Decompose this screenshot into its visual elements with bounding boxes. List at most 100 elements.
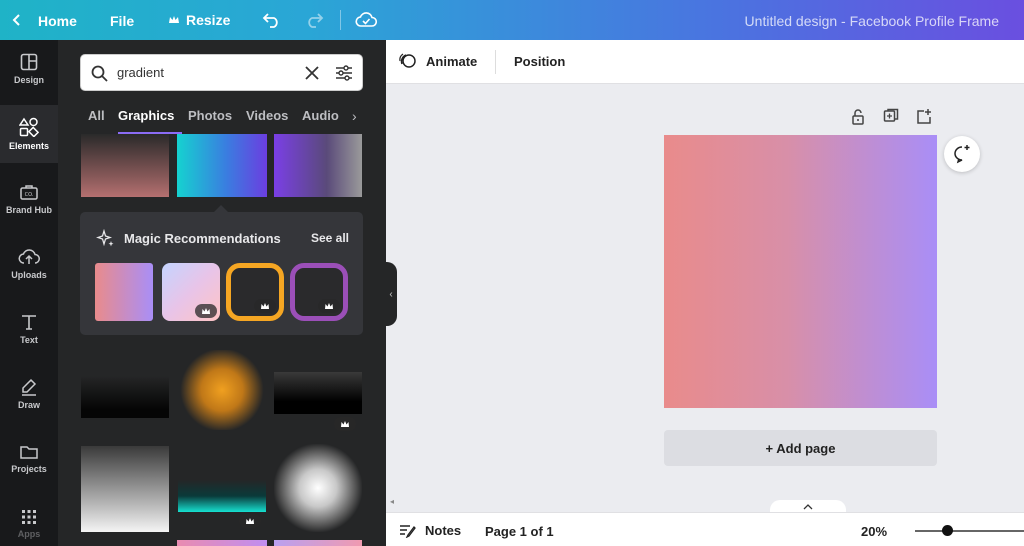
comment-add-icon [954,145,970,164]
rail-label-apps: Apps [17,529,41,539]
add-page-icon[interactable] [916,108,932,126]
recommendation-item[interactable] [95,263,153,321]
premium-badge [239,514,261,528]
back-chevron-icon[interactable] [10,0,24,40]
zoom-value[interactable]: 20% [861,524,887,539]
magic-title: Magic Recommendations [124,231,281,246]
pen-icon [22,378,37,396]
top-bar: Home File Resize Untitled design - Faceb… [0,0,1024,40]
rail-item-brand-hub[interactable]: CO. Brand Hub [0,170,58,228]
resize-button[interactable]: Resize [168,0,230,40]
search-box [80,54,363,91]
rail-label-projects: Projects [11,464,47,474]
cloud-upload-icon [18,249,40,264]
brand-icon: CO. [20,185,38,200]
animate-icon [399,53,416,68]
rail-item-draw[interactable]: Draw [0,365,58,423]
rail-item-elements[interactable]: Elements [0,105,58,163]
rail-label-brand-hub: Brand Hub [6,205,52,215]
clear-search-icon[interactable] [305,66,319,80]
design-canvas-page[interactable] [664,135,937,408]
redo-button[interactable] [304,0,324,40]
premium-badge [254,299,276,313]
text-icon [22,315,36,330]
collapse-panel-handle[interactable]: ‹ [385,262,397,326]
chevron-up-icon [803,504,813,510]
redo-icon [308,13,324,28]
scroll-left-icon[interactable]: ◂ [390,497,394,506]
left-rail: Design Elements CO. Brand Hub Uploads Te… [0,40,58,546]
tab-audio[interactable]: Audio [302,108,339,123]
add-comment-button[interactable] [944,136,980,172]
filter-icon[interactable] [335,64,353,82]
graphic-thumbnail[interactable] [177,134,267,197]
recommendation-item[interactable] [290,263,348,321]
premium-badge [334,417,356,431]
tab-videos[interactable]: Videos [246,108,288,123]
rail-item-apps[interactable]: Apps [0,495,58,546]
file-menu-button[interactable]: File [110,13,134,29]
toolbar-divider [340,10,341,30]
rail-item-design[interactable]: Design [0,40,58,98]
notes-icon [400,524,416,538]
rail-label-elements: Elements [8,141,50,151]
graphic-thumbnail[interactable] [177,540,267,546]
notes-button[interactable]: Notes [399,523,461,538]
premium-badge [318,299,340,313]
animate-label: Animate [426,53,478,69]
crown-icon [246,518,254,524]
crown-icon [202,308,210,314]
rail-item-uploads[interactable]: Uploads [0,235,58,293]
notes-label: Notes [425,523,462,538]
tabs-scroll-right-icon[interactable]: › [352,108,357,124]
search-input[interactable] [117,65,287,80]
crown-icon [341,421,349,427]
see-all-link[interactable]: See all [311,231,349,245]
animate-button[interactable]: Animate [398,52,477,70]
toolbar-divider [495,50,496,74]
crown-icon [261,303,269,309]
svg-text:CO.: CO. [25,192,34,198]
recommendation-item[interactable] [226,263,284,321]
design-title[interactable]: Untitled design - Facebook Profile Frame [745,13,999,29]
rail-item-projects[interactable]: Projects [0,430,58,488]
home-button[interactable]: Home [38,13,77,29]
graphic-thumbnail[interactable] [274,134,362,197]
recommendation-item[interactable] [162,263,220,321]
add-page-button[interactable]: + Add page [664,430,937,466]
cloud-check-icon [355,12,377,27]
graphic-thumbnail[interactable] [274,540,362,546]
grid-icon [22,510,36,524]
graphic-thumbnail[interactable] [81,446,169,532]
page-indicator[interactable]: Page 1 of 1 [485,524,554,539]
premium-badge [195,304,217,318]
lock-icon[interactable] [851,108,865,126]
zoom-slider-thumb[interactable] [942,525,953,536]
tab-all[interactable]: All [88,108,105,123]
rail-label-text: Text [20,335,38,345]
undo-button[interactable] [262,0,282,40]
shapes-icon [19,117,39,137]
save-status-button[interactable] [355,0,377,40]
undo-icon [262,13,278,28]
rail-item-text[interactable]: Text [0,300,58,358]
tab-graphics[interactable]: Graphics [118,108,174,123]
graphic-thumbnail[interactable] [178,480,266,512]
category-tabs: All Graphics Photos Videos Audio › [80,100,370,134]
rail-label-uploads: Uploads [11,270,47,280]
graphic-thumbnail[interactable] [274,372,362,414]
graphic-thumbnail[interactable] [81,376,169,418]
search-icon [91,65,108,82]
graphic-thumbnail[interactable] [81,134,169,197]
position-button[interactable]: Position [514,54,565,69]
sparkle-icon [96,229,114,247]
graphic-thumbnail[interactable] [274,444,362,532]
zoom-slider-track[interactable] [915,530,1024,532]
folder-icon [20,446,38,459]
graphic-thumbnail[interactable] [178,350,266,430]
duplicate-page-icon[interactable] [883,108,899,126]
canvas-toolbar: Animate Position [386,40,1024,84]
tab-photos[interactable]: Photos [188,108,232,123]
crown-icon [325,303,333,309]
crown-icon [169,16,179,23]
